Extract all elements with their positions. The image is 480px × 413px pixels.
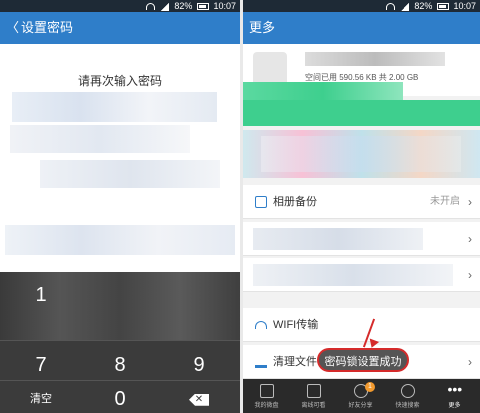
album-backup-row[interactable]: 相册备份 未开启 › [243,185,480,219]
nav-label: 离线可看 [301,403,326,409]
status-time: 10:07 [453,1,476,11]
battery-percent: 82% [174,1,193,11]
keypad-divider [0,340,240,341]
clean-files-label: 清理文件 [273,356,317,368]
photo-icon [255,196,267,208]
status-bar: 82% 10:07 [243,0,480,12]
search-icon [400,384,415,398]
key-7[interactable]: 7 [2,348,80,382]
battery-icon [196,3,209,11]
page-title: 更多 [249,20,276,35]
nav-label: 好友分享 [348,403,373,409]
nav-label: 我的微盘 [254,403,279,409]
wifi-icon [386,3,396,11]
upgrade-banner[interactable] [243,100,480,126]
wifi-transfer-row[interactable]: WIFI传输 [243,308,480,342]
nav-search[interactable]: 快速搜索 [384,379,431,413]
signal-icon [400,2,409,11]
page-title: 设置密码 [21,20,74,35]
nav-label: 更多 [448,403,461,409]
backspace-icon: ✕ [189,393,209,406]
blurred-region [5,225,235,255]
avatar [253,52,287,86]
album-backup-label: 相册备份 [273,196,317,208]
blurred-region [10,125,190,153]
chevron-right-icon: › [468,355,472,369]
key-9[interactable]: 9 [160,348,238,382]
chevron-right-icon: › [468,268,472,282]
chevron-right-icon: › [468,195,472,209]
title-bar: 更多 [243,12,480,44]
title-bar: 〈设置密码 [0,12,240,44]
blurred-region [40,160,220,188]
blurred-region [243,82,403,100]
battery-icon [436,3,449,11]
nav-more[interactable]: ••• 更多 [431,379,478,413]
menu-row[interactable]: › [243,222,480,256]
clear-key[interactable]: 清空 [2,382,80,413]
nav-my-disk[interactable]: 我的微盘 [243,379,290,413]
success-toast: 密码锁设置成功 [317,348,409,372]
keypad-divider [0,380,240,381]
blurred-region [305,52,445,66]
menu-row[interactable]: › [243,258,480,292]
status-time: 10:07 [213,1,236,11]
document-icon [306,384,321,398]
bottom-nav: 我的微盘 离线可看 好友分享 1 快速搜索 ••• 更多 [243,379,480,413]
wifi-transfer-label: WIFI传输 [273,319,319,331]
nav-label: 快速搜索 [395,403,420,409]
wifi-icon [255,321,267,329]
signal-icon [160,2,169,11]
chevron-right-icon: › [468,232,472,246]
key-0[interactable]: 0 [81,382,159,413]
promo-banner[interactable] [243,130,480,178]
blurred-region [253,228,423,250]
blurred-region [253,264,453,286]
set-password-screen: 82% 10:07 〈设置密码 请再次输入密码 1 7 8 9 清空 0 ✕ [0,0,240,413]
album-backup-status: 未开启 [430,196,460,207]
back-icon[interactable]: 〈 [6,12,19,44]
wifi-icon [146,3,156,11]
blurred-region [261,136,461,172]
more-dots-icon: ••• [447,381,463,397]
battery-percent: 82% [414,1,433,11]
blurred-region [12,92,217,122]
key-8[interactable]: 8 [81,348,159,382]
nav-offline[interactable]: 离线可看 [290,379,337,413]
broom-icon [255,356,267,368]
delete-key[interactable]: ✕ [160,382,238,413]
numeric-keypad: 1 7 8 9 清空 0 ✕ [0,272,240,413]
notification-badge: 1 [365,382,375,392]
disk-icon [259,384,274,398]
status-bar: 82% 10:07 [0,0,240,12]
key-1[interactable]: 1 [2,278,80,312]
nav-friend-share[interactable]: 好友分享 1 [337,379,384,413]
more-screen: 82% 10:07 更多 空间已用 590.56 KB 共 2.00 GB 相册… [243,0,480,413]
password-prompt: 请再次输入密码 [77,74,162,88]
